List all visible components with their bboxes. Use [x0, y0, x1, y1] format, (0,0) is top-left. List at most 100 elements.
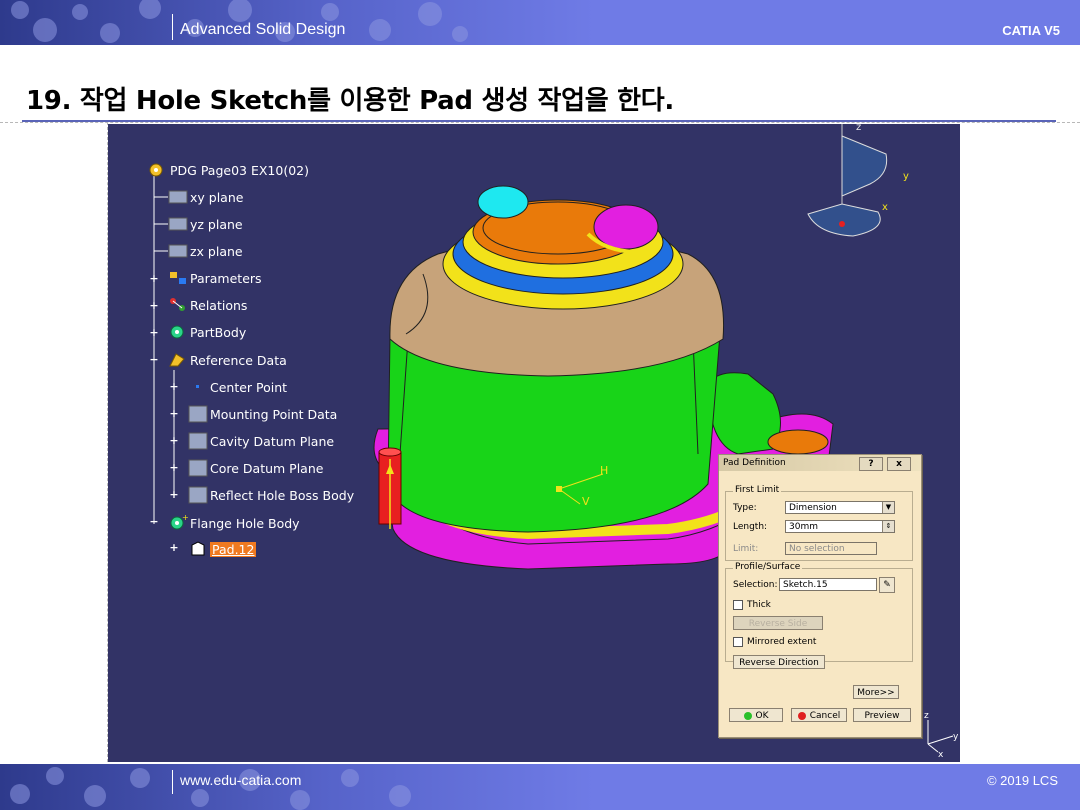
cancel-button[interactable]: Cancel [791, 708, 847, 722]
header-app-name: CATIA V5 [1002, 23, 1060, 38]
collapse-icon[interactable]: − [149, 354, 159, 365]
spinner-icon[interactable]: ⇕ [882, 521, 894, 532]
tree-item-reference-data[interactable]: Reference Data [168, 350, 287, 370]
type-select[interactable]: Dimension ▼ [785, 501, 895, 514]
tree-item-label: Pad.12 [210, 541, 257, 557]
selection-input[interactable]: Sketch.15 [779, 578, 877, 591]
tree-item-label: Reflect Hole Boss Body [210, 487, 355, 503]
tree-item-label: zx plane [190, 243, 243, 259]
parameters-icon [170, 272, 186, 284]
compass-x-label: x [882, 202, 888, 213]
tree-item-label: Mounting Point Data [210, 406, 338, 422]
chevron-down-icon[interactable]: ▼ [882, 502, 894, 513]
selection-value: Sketch.15 [783, 580, 828, 590]
dialog-title: Pad Definition [723, 458, 786, 468]
expand-icon[interactable]: + [169, 381, 179, 392]
limit-label: Limit: [733, 544, 759, 554]
close-button[interactable]: x [887, 457, 911, 471]
length-label: Length: [733, 522, 768, 532]
collapse-icon[interactable]: − [149, 516, 159, 527]
tree-item-label: Reference Data [190, 352, 287, 368]
first-limit-label: First Limit [733, 485, 782, 495]
cancel-icon [797, 711, 806, 720]
footer-url[interactable]: www.edu-catia.com [180, 772, 301, 788]
expand-icon[interactable]: + [149, 273, 159, 284]
footer-copyright: © 2019 LCS [986, 773, 1058, 788]
help-button[interactable]: ? [859, 457, 883, 471]
cancel-label: Cancel [809, 711, 841, 721]
expand-icon[interactable]: + [169, 462, 179, 473]
type-value: Dimension [789, 503, 837, 513]
tree-item-cavity-datum-plane[interactable]: Cavity Datum Plane [188, 431, 334, 451]
axis-triad-icon: z y x [924, 711, 959, 760]
tree-item-reflect-hole-boss-body[interactable]: Reflect Hole Boss Body [188, 485, 354, 505]
axis-z-label: z [924, 711, 929, 721]
axis-y-label: y [953, 732, 959, 742]
expand-icon[interactable]: + [149, 300, 159, 311]
body-gear-icon [170, 325, 184, 339]
handle-h-label: H [600, 464, 608, 477]
expand-icon[interactable]: + [169, 408, 179, 419]
tree-item-partbody[interactable]: PartBody [168, 322, 246, 342]
limit-value: No selection [789, 544, 845, 554]
tree-item-parameters[interactable]: Parameters [168, 268, 262, 288]
svg-text:+: + [182, 514, 188, 522]
ok-label: OK [755, 711, 769, 721]
length-input[interactable]: 30mm ⇕ [785, 520, 895, 533]
thick-checkbox[interactable] [733, 600, 743, 610]
thick-label: Thick [747, 600, 771, 610]
expand-icon[interactable]: + [149, 327, 159, 338]
geometrical-set-icon [188, 459, 208, 477]
handle-v-label: V [582, 495, 590, 508]
tree-item-flange-hole-body[interactable]: + Flange Hole Body [168, 513, 300, 533]
length-value: 30mm [789, 522, 818, 532]
slide-header: Advanced Solid Design CATIA V5 [0, 0, 1080, 45]
reverse-side-button[interactable]: Reverse Side [733, 616, 823, 630]
tree-item-xy-plane[interactable]: xy plane [168, 187, 243, 207]
point-icon [196, 385, 199, 388]
tree-item-zx-plane[interactable]: zx plane [168, 241, 243, 261]
more-button[interactable]: More>> [853, 685, 899, 699]
tree-item-label: Flange Hole Body [190, 515, 300, 531]
compass-icon[interactable]: z y x [807, 124, 909, 237]
mirrored-extent-label: Mirrored extent [747, 637, 817, 647]
preview-button[interactable]: Preview [853, 708, 911, 722]
tree-item-label: Relations [190, 297, 248, 313]
catia-viewport[interactable]: H V z y x z y x PDG Page03 EX10(02) xy p… [108, 124, 960, 762]
slide-title: 19. 작업 Hole Sketch를 이용한 Pad 생성 작업을 한다. [26, 86, 674, 116]
tree-item-label: Core Datum Plane [210, 460, 324, 476]
geometrical-set-icon [188, 405, 208, 423]
plane-icon [168, 190, 188, 204]
compass-z-label: z [856, 124, 861, 133]
part-root-icon [149, 163, 163, 177]
pad-icon [191, 541, 205, 556]
tree-item-core-datum-plane[interactable]: Core Datum Plane [188, 458, 323, 478]
sketcher-icon[interactable]: ✎ [879, 577, 895, 593]
expand-icon[interactable]: + [169, 435, 179, 446]
tree-item-label: PartBody [190, 324, 247, 340]
geometrical-set-icon [188, 486, 208, 504]
selection-label: Selection: [733, 580, 778, 590]
tree-item-label: xy plane [190, 189, 244, 205]
limit-input: No selection [785, 542, 877, 555]
geometrical-set-icon [188, 432, 208, 450]
relations-icon [170, 298, 185, 311]
pad-definition-dialog: Pad Definition ? x First Limit Type: Dim… [718, 454, 922, 738]
tree-item-yz-plane[interactable]: yz plane [168, 214, 243, 234]
tree-item-mounting-point-data[interactable]: Mounting Point Data [188, 404, 337, 424]
tree-root[interactable]: PDG Page03 EX10(02) [148, 160, 309, 180]
plane-icon [168, 217, 188, 231]
dialog-title-bar[interactable]: Pad Definition ? x [719, 455, 921, 471]
tree-item-center-point[interactable]: Center Point [188, 377, 287, 397]
tree-item-relations[interactable]: Relations [168, 295, 247, 315]
guide-line-horizontal [0, 122, 1080, 123]
expand-icon[interactable]: + [169, 542, 179, 553]
expand-icon[interactable]: + [169, 489, 179, 500]
tree-item-label: Center Point [210, 379, 288, 395]
tree-item-pad[interactable]: Pad.12 [188, 539, 257, 559]
mirrored-extent-checkbox[interactable] [733, 637, 743, 647]
reverse-direction-button[interactable]: Reverse Direction [733, 655, 825, 669]
tree-item-label: Cavity Datum Plane [210, 433, 335, 449]
tree-root-label: PDG Page03 EX10(02) [170, 162, 309, 178]
ok-button[interactable]: OK [729, 708, 783, 722]
